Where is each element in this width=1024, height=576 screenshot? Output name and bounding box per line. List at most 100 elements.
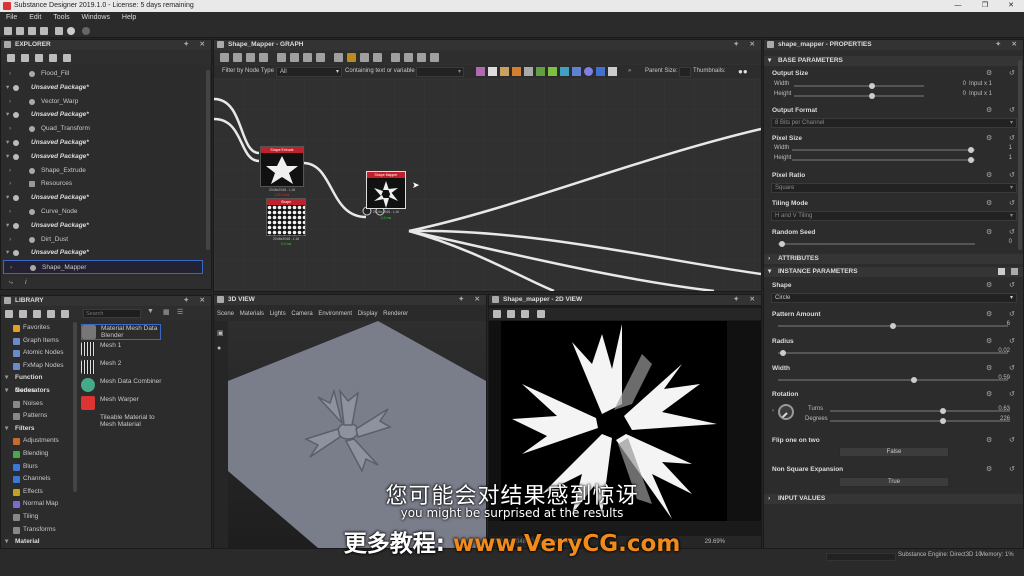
output-height-slider-handle[interactable] [869,93,875,99]
width-value[interactable]: 0.59 [970,375,1010,381]
reset-icon[interactable]: ↺ [1009,69,1015,77]
rotation-degrees-value[interactable]: 226 [970,416,1010,422]
output-format-select[interactable]: 8 Bits per Channel ▾ [771,118,1017,128]
flip-toggle-button[interactable]: False [839,447,949,457]
graph-close-icon[interactable]: ✕ [750,40,755,50]
reset-icon[interactable]: ↺ [1009,171,1015,179]
library-add-icon[interactable] [33,310,41,318]
expand-icon[interactable]: › [9,67,11,81]
maximize-button[interactable]: ❐ [972,0,998,12]
reset-icon[interactable]: ↺ [1009,228,1015,236]
instance-graph-icon[interactable] [998,268,1005,275]
zoom-icon[interactable] [259,53,268,62]
shape-extrude-node[interactable]: Shape Extrude [260,146,304,187]
comment-icon[interactable] [290,53,299,62]
explorer-scrollbar[interactable] [206,70,210,250]
explorer-item[interactable]: ▾ Unsaved Package* [3,219,203,233]
filter-misc-icon[interactable] [608,67,617,76]
reset-icon[interactable]: ↺ [1009,337,1015,345]
snap-icon[interactable] [334,53,343,62]
filter-function-icon[interactable] [596,67,605,76]
expand-icon[interactable]: ▾ [6,246,9,260]
expand-icon[interactable]: › [9,205,11,219]
3d-tab-environment[interactable]: Environment [318,311,352,317]
align-icon[interactable] [316,53,325,62]
import-icon[interactable] [55,27,63,35]
shape-mapper-node[interactable]: Shape Mapper [366,171,406,209]
menu-help[interactable]: Help [122,14,136,21]
properties-scrollbar[interactable] [1018,60,1022,250]
search-nodes-icon[interactable] [277,53,286,62]
reset-icon[interactable]: ↺ [1009,106,1015,114]
pixel-ratio-select[interactable]: Square ▾ [771,183,1017,193]
reset-icon[interactable]: ↺ [1009,310,1015,318]
expand-icon[interactable]: ▾ [6,191,9,205]
filter-normal-icon[interactable] [572,67,581,76]
node-type-filter-select[interactable]: All ▾ [276,67,342,77]
output-width-slider-handle[interactable] [869,83,875,89]
explorer-item[interactable]: ▾ Unsaved Package* [3,191,203,205]
radius-value[interactable]: 0.02 [970,348,1010,354]
2d-save-icon[interactable] [507,310,515,318]
library-search-input[interactable] [83,309,141,318]
pixel-width-value[interactable]: 1 [972,145,1012,151]
2d-close-icon[interactable]: ✕ [750,295,755,305]
3d-tab-renderer[interactable]: Renderer [383,311,408,317]
2d-pin-icon[interactable]: ✦ [734,295,739,305]
undo-icon[interactable] [67,27,75,35]
random-seed-slider[interactable] [778,241,975,247]
tool-icon[interactable] [373,53,382,62]
explorer-save-all-icon[interactable] [49,54,57,62]
expand-icon[interactable]: ▾ [6,219,9,233]
info-icon[interactable]: i [25,279,27,286]
explorer-item[interactable]: ▾ Unsaved Package* [3,246,203,260]
library-filter-icon[interactable] [19,310,27,318]
reset-icon[interactable]: ↺ [1009,436,1015,444]
output-width-value[interactable]: 0 [926,81,966,87]
reset-icon[interactable]: ↺ [1009,134,1015,142]
attributes-section[interactable]: › ATTRIBUTES [764,254,1023,264]
explorer-item[interactable]: ▾ Unsaved Package* [3,136,203,150]
close-button[interactable]: ✕ [998,0,1024,12]
explorer-item[interactable]: › Dirt_Dust [3,233,203,247]
3d-tab-materials[interactable]: Materials [240,311,264,317]
filter-noise-icon[interactable] [584,67,593,76]
export-icon[interactable] [417,53,426,62]
parameter-mode-icon[interactable]: ⚙ [986,106,992,114]
explorer-item[interactable]: › Shape_Mapper [3,260,203,274]
reset-icon[interactable]: ↺ [1009,465,1015,473]
explorer-close-icon[interactable]: ✕ [200,40,205,50]
library-close-icon[interactable]: ✕ [200,296,205,306]
explorer-item[interactable]: › Shape_Extrude [3,164,203,178]
parameter-mode-icon[interactable]: ⚙ [986,310,992,318]
output-width-relative[interactable]: Input x 1 [969,81,1017,87]
library-settings-icon[interactable] [61,310,69,318]
rotation-degrees-slider-handle[interactable] [940,418,947,424]
expand-icon[interactable]: › [9,233,11,247]
parameter-mode-icon[interactable]: ⚙ [986,199,992,207]
explorer-link-icon[interactable]: ⤷ [9,279,13,287]
reset-icon[interactable]: ↺ [1009,281,1015,289]
parameter-mode-icon[interactable]: ⚙ [986,228,992,236]
graph-settings-icon[interactable] [404,53,413,62]
library-pin-icon[interactable]: ✦ [184,296,189,306]
explorer-import-icon[interactable] [63,54,71,62]
library-view-icon[interactable] [5,310,13,318]
instance-edit-icon[interactable] [1011,268,1018,275]
minimize-button[interactable]: — [945,0,971,12]
filter-tile-icon[interactable] [560,67,569,76]
filter-pattern-icon[interactable] [548,67,557,76]
open-package-icon[interactable] [21,54,29,62]
pixel-height-value[interactable]: 1 [972,155,1012,161]
parent-size-select[interactable] [679,67,691,77]
2d-tool-icon[interactable] [493,310,501,318]
library-item[interactable]: Mesh 2 [81,360,161,376]
light-icon[interactable]: ● [217,345,221,352]
filter-transform-icon[interactable] [524,67,533,76]
output-height-relative[interactable]: Input x 1 [969,91,1017,97]
connect-icon[interactable] [347,53,356,62]
parameter-mode-icon[interactable]: ⚙ [986,281,992,289]
filter-blend-icon[interactable] [536,67,545,76]
parameter-mode-icon[interactable]: ⚙ [986,69,992,77]
save-package-icon[interactable] [35,54,43,62]
